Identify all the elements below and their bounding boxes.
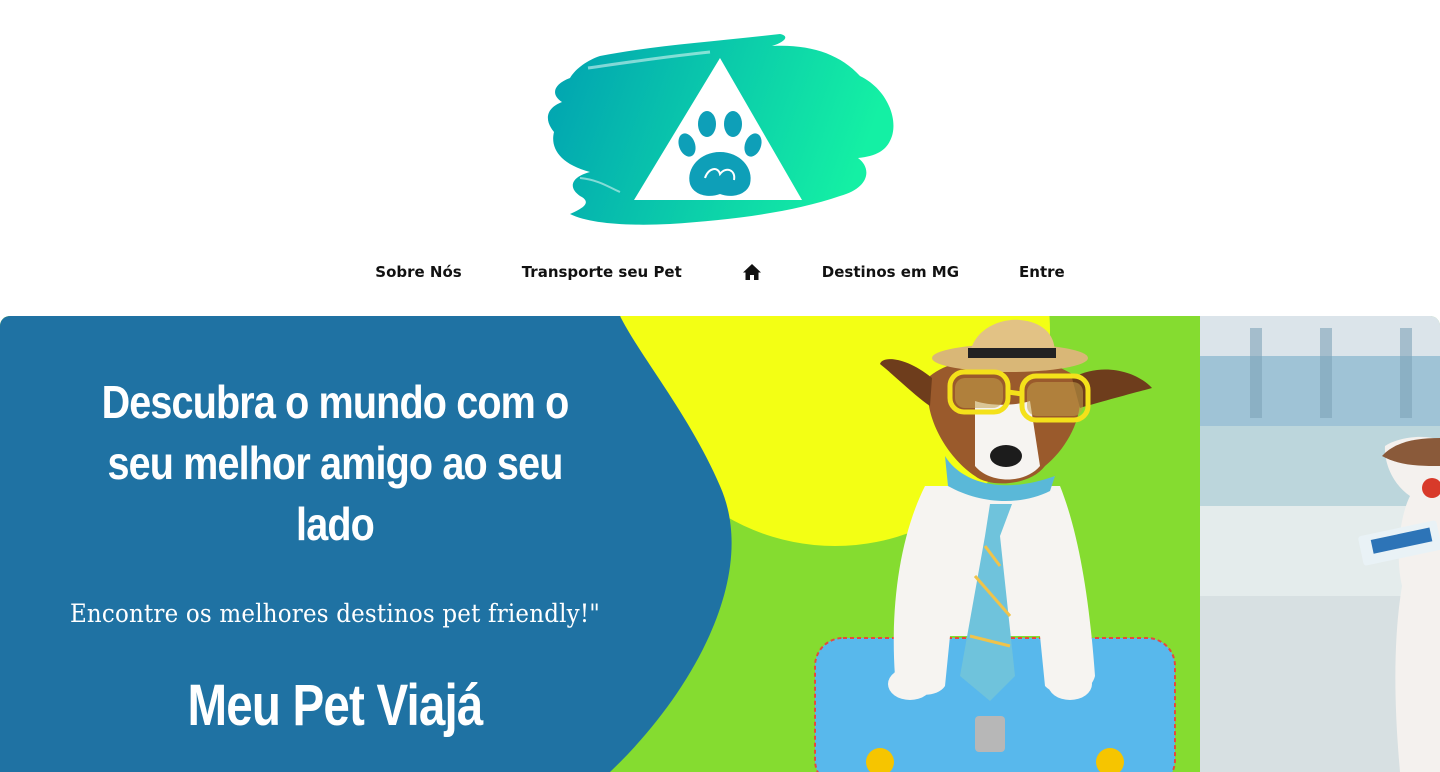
nav-sobre-nos[interactable]: Sobre Nós bbox=[345, 263, 491, 281]
home-icon bbox=[742, 264, 761, 280]
hero-subtitle: Encontre os melhores destinos pet friend… bbox=[69, 599, 601, 628]
hero-banner: Descubra o mundo com o seu melhor amigo … bbox=[0, 316, 1440, 772]
nav-home[interactable] bbox=[712, 263, 792, 281]
hero-title: Descubra o mundo com o seu melhor amigo … bbox=[101, 376, 570, 550]
nav-destinos-mg[interactable]: Destinos em MG bbox=[792, 263, 989, 281]
hero-text-block: Descubra o mundo com o seu melhor amigo … bbox=[30, 372, 640, 739]
site-header: Sobre Nós Transporte seu Pet Destinos em… bbox=[0, 0, 1440, 316]
nav-entre[interactable]: Entre bbox=[989, 263, 1095, 281]
page: Sobre Nós Transporte seu Pet Destinos em… bbox=[0, 0, 1440, 772]
hero-brand-name: Meu Pet Viajá bbox=[187, 673, 483, 738]
nav-transporte-pet[interactable]: Transporte seu Pet bbox=[492, 263, 712, 281]
main-nav: Sobre Nós Transporte seu Pet Destinos em… bbox=[0, 256, 1440, 288]
paw-triangle-logo[interactable] bbox=[540, 28, 900, 233]
